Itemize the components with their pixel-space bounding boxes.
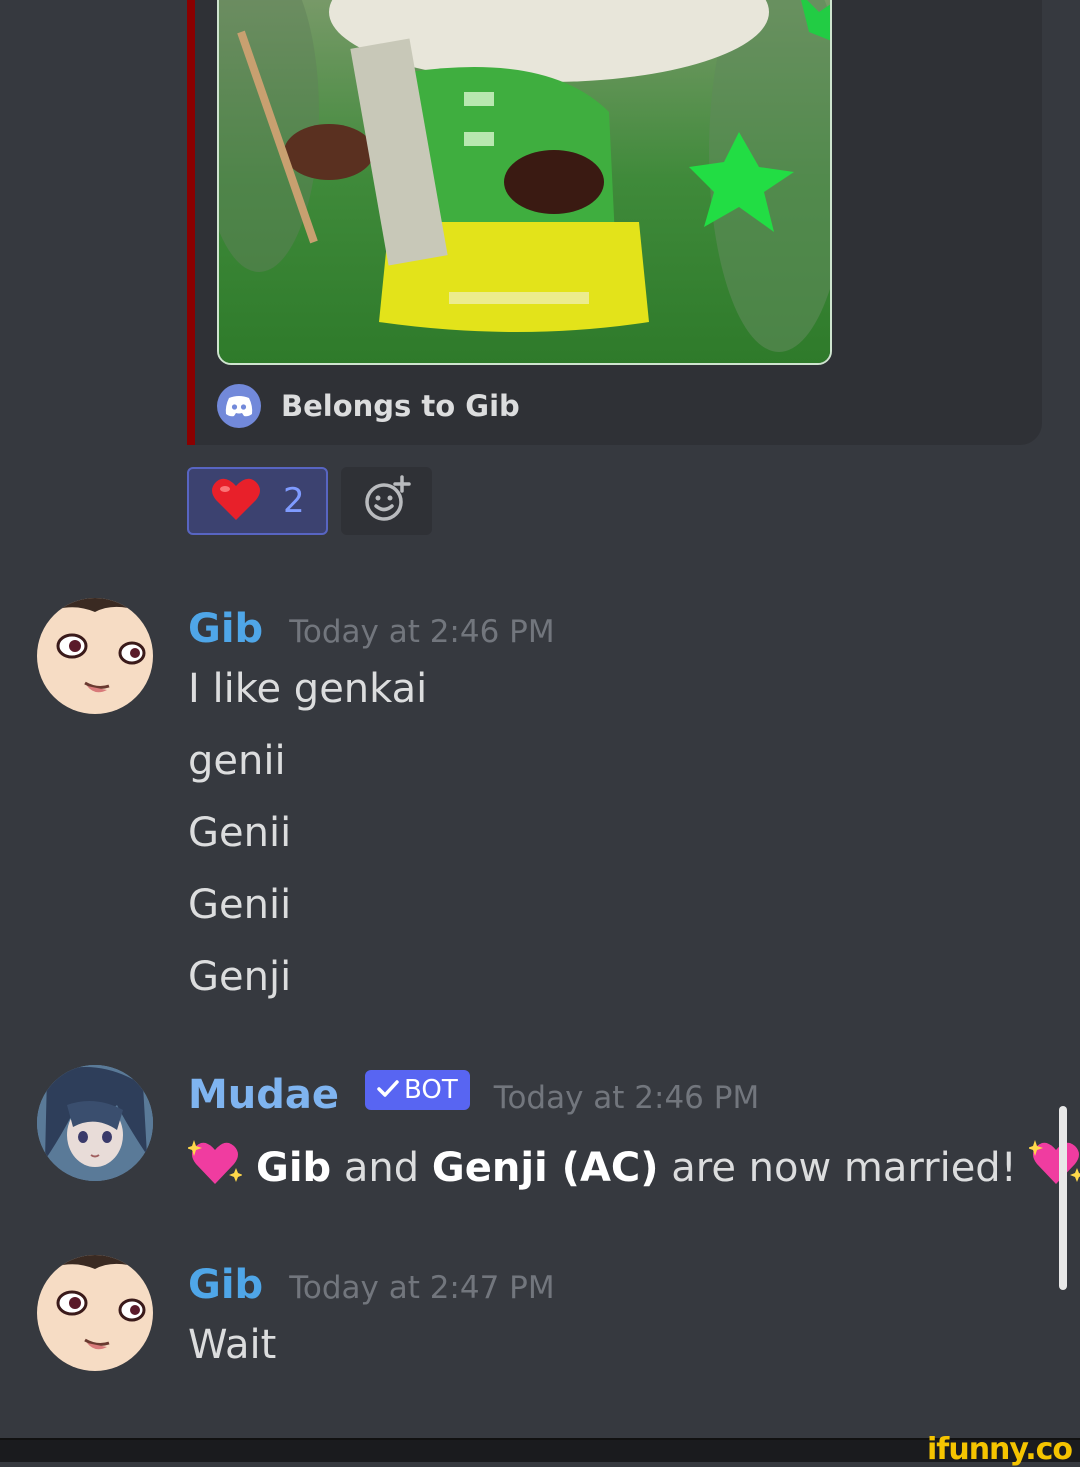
bot-badge: BOT [365, 1070, 470, 1110]
username[interactable]: Mudae [188, 1072, 339, 1118]
timestamp: Today at 2:46 PM [493, 1080, 760, 1116]
reaction-count: 2 [283, 481, 305, 521]
message-text: I like genkai [188, 666, 428, 712]
message-header: Gib Today at 2:46 PM [188, 606, 555, 652]
avatar[interactable] [37, 1065, 153, 1181]
message-text: Genii [188, 810, 292, 856]
bot-badge-label: BOT [404, 1075, 458, 1105]
timestamp: Today at 2:46 PM [289, 614, 555, 650]
married-character-name: Genji (AC) [431, 1145, 659, 1191]
avatar[interactable] [37, 598, 153, 714]
married-user-name: Gib [256, 1145, 332, 1191]
message-text: Genji [188, 954, 292, 1000]
username[interactable]: Gib [188, 1262, 263, 1308]
scrollbar-thumb[interactable] [1059, 1106, 1067, 1290]
message-text: Gib and Genji (AC) are now married! [186, 1138, 1080, 1198]
discord-icon [217, 384, 261, 428]
heart-reaction-button[interactable]: 2 [187, 467, 328, 535]
embed-footer-text: Belongs to Gib [281, 389, 520, 423]
message-text: genii [188, 738, 286, 784]
message-header: Mudae BOT Today at 2:46 PM [188, 1070, 760, 1120]
sparkling-heart-icon [186, 1138, 243, 1198]
avatar[interactable] [37, 1255, 153, 1371]
message-text-part: are now married! [658, 1145, 1030, 1191]
message-text: Genii [188, 882, 292, 928]
message-text-part: and [331, 1145, 432, 1191]
watermark: ifunny.co [927, 1432, 1073, 1467]
checkmark-icon [377, 1075, 399, 1105]
message-header: Gib Today at 2:47 PM [188, 1262, 555, 1308]
username[interactable]: Gib [188, 606, 263, 652]
sparkling-heart-icon [1027, 1138, 1080, 1198]
embed-footer: Belongs to Gib [217, 383, 520, 429]
add-reaction-icon [363, 475, 411, 527]
add-reaction-button[interactable] [341, 467, 432, 535]
embed-image[interactable] [217, 0, 832, 365]
timestamp: Today at 2:47 PM [289, 1270, 555, 1306]
heart-icon [211, 476, 261, 526]
message-text: Wait [188, 1322, 277, 1368]
bottom-bar [0, 1438, 1080, 1462]
